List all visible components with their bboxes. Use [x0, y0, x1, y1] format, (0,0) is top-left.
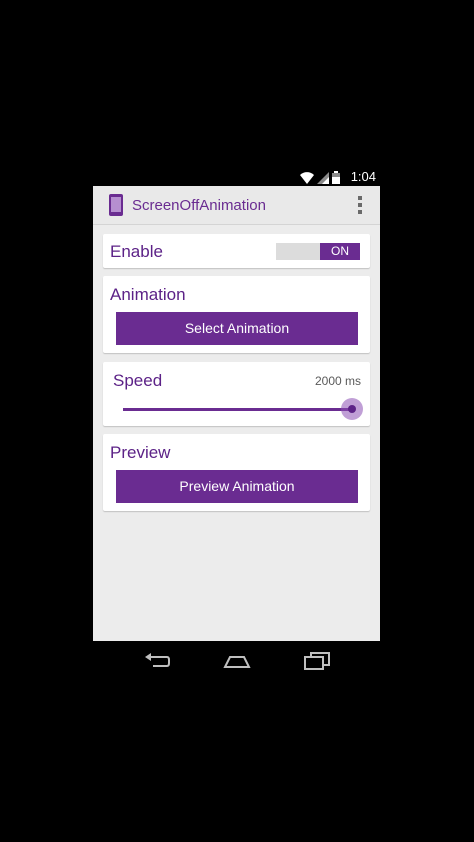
battery-icon — [332, 171, 340, 184]
animation-label: Animation — [110, 285, 186, 304]
toggle-on-label: ON — [320, 243, 360, 260]
app-title: ScreenOffAnimation — [132, 197, 266, 214]
speed-slider-track[interactable] — [123, 408, 352, 411]
status-icons — [300, 170, 340, 184]
signal-icon — [317, 172, 329, 184]
action-bar: ScreenOffAnimation — [93, 186, 380, 225]
phone-icon — [109, 194, 123, 216]
back-icon[interactable] — [143, 651, 171, 671]
preview-animation-button[interactable]: Preview Animation — [116, 470, 358, 503]
preview-label: Preview — [110, 443, 171, 462]
speed-value: 2000 ms — [314, 374, 361, 388]
select-animation-button[interactable]: Select Animation — [116, 312, 358, 345]
preview-card: Preview Preview Animation — [103, 434, 370, 511]
app-window: ScreenOffAnimation Enable ON Animation S… — [93, 186, 380, 641]
wifi-icon — [300, 172, 314, 184]
clock: 1:04 — [350, 169, 376, 184]
navigation-bar — [93, 641, 380, 681]
speed-label: Speed — [113, 371, 163, 390]
home-icon[interactable] — [223, 651, 251, 671]
enable-card: Enable ON — [103, 234, 370, 268]
enable-toggle[interactable]: ON — [276, 243, 360, 260]
overflow-menu-icon[interactable] — [358, 196, 362, 214]
device-screen: 1:04 ScreenOffAnimation Enable ON Animat… — [0, 0, 474, 842]
status-bar: 1:04 — [93, 168, 380, 186]
animation-card: Animation Select Animation — [103, 276, 370, 353]
speed-card: Speed 2000 ms — [103, 362, 370, 426]
speed-slider-thumb[interactable] — [348, 405, 356, 413]
recents-icon[interactable] — [303, 651, 331, 671]
enable-label: Enable — [110, 242, 163, 261]
